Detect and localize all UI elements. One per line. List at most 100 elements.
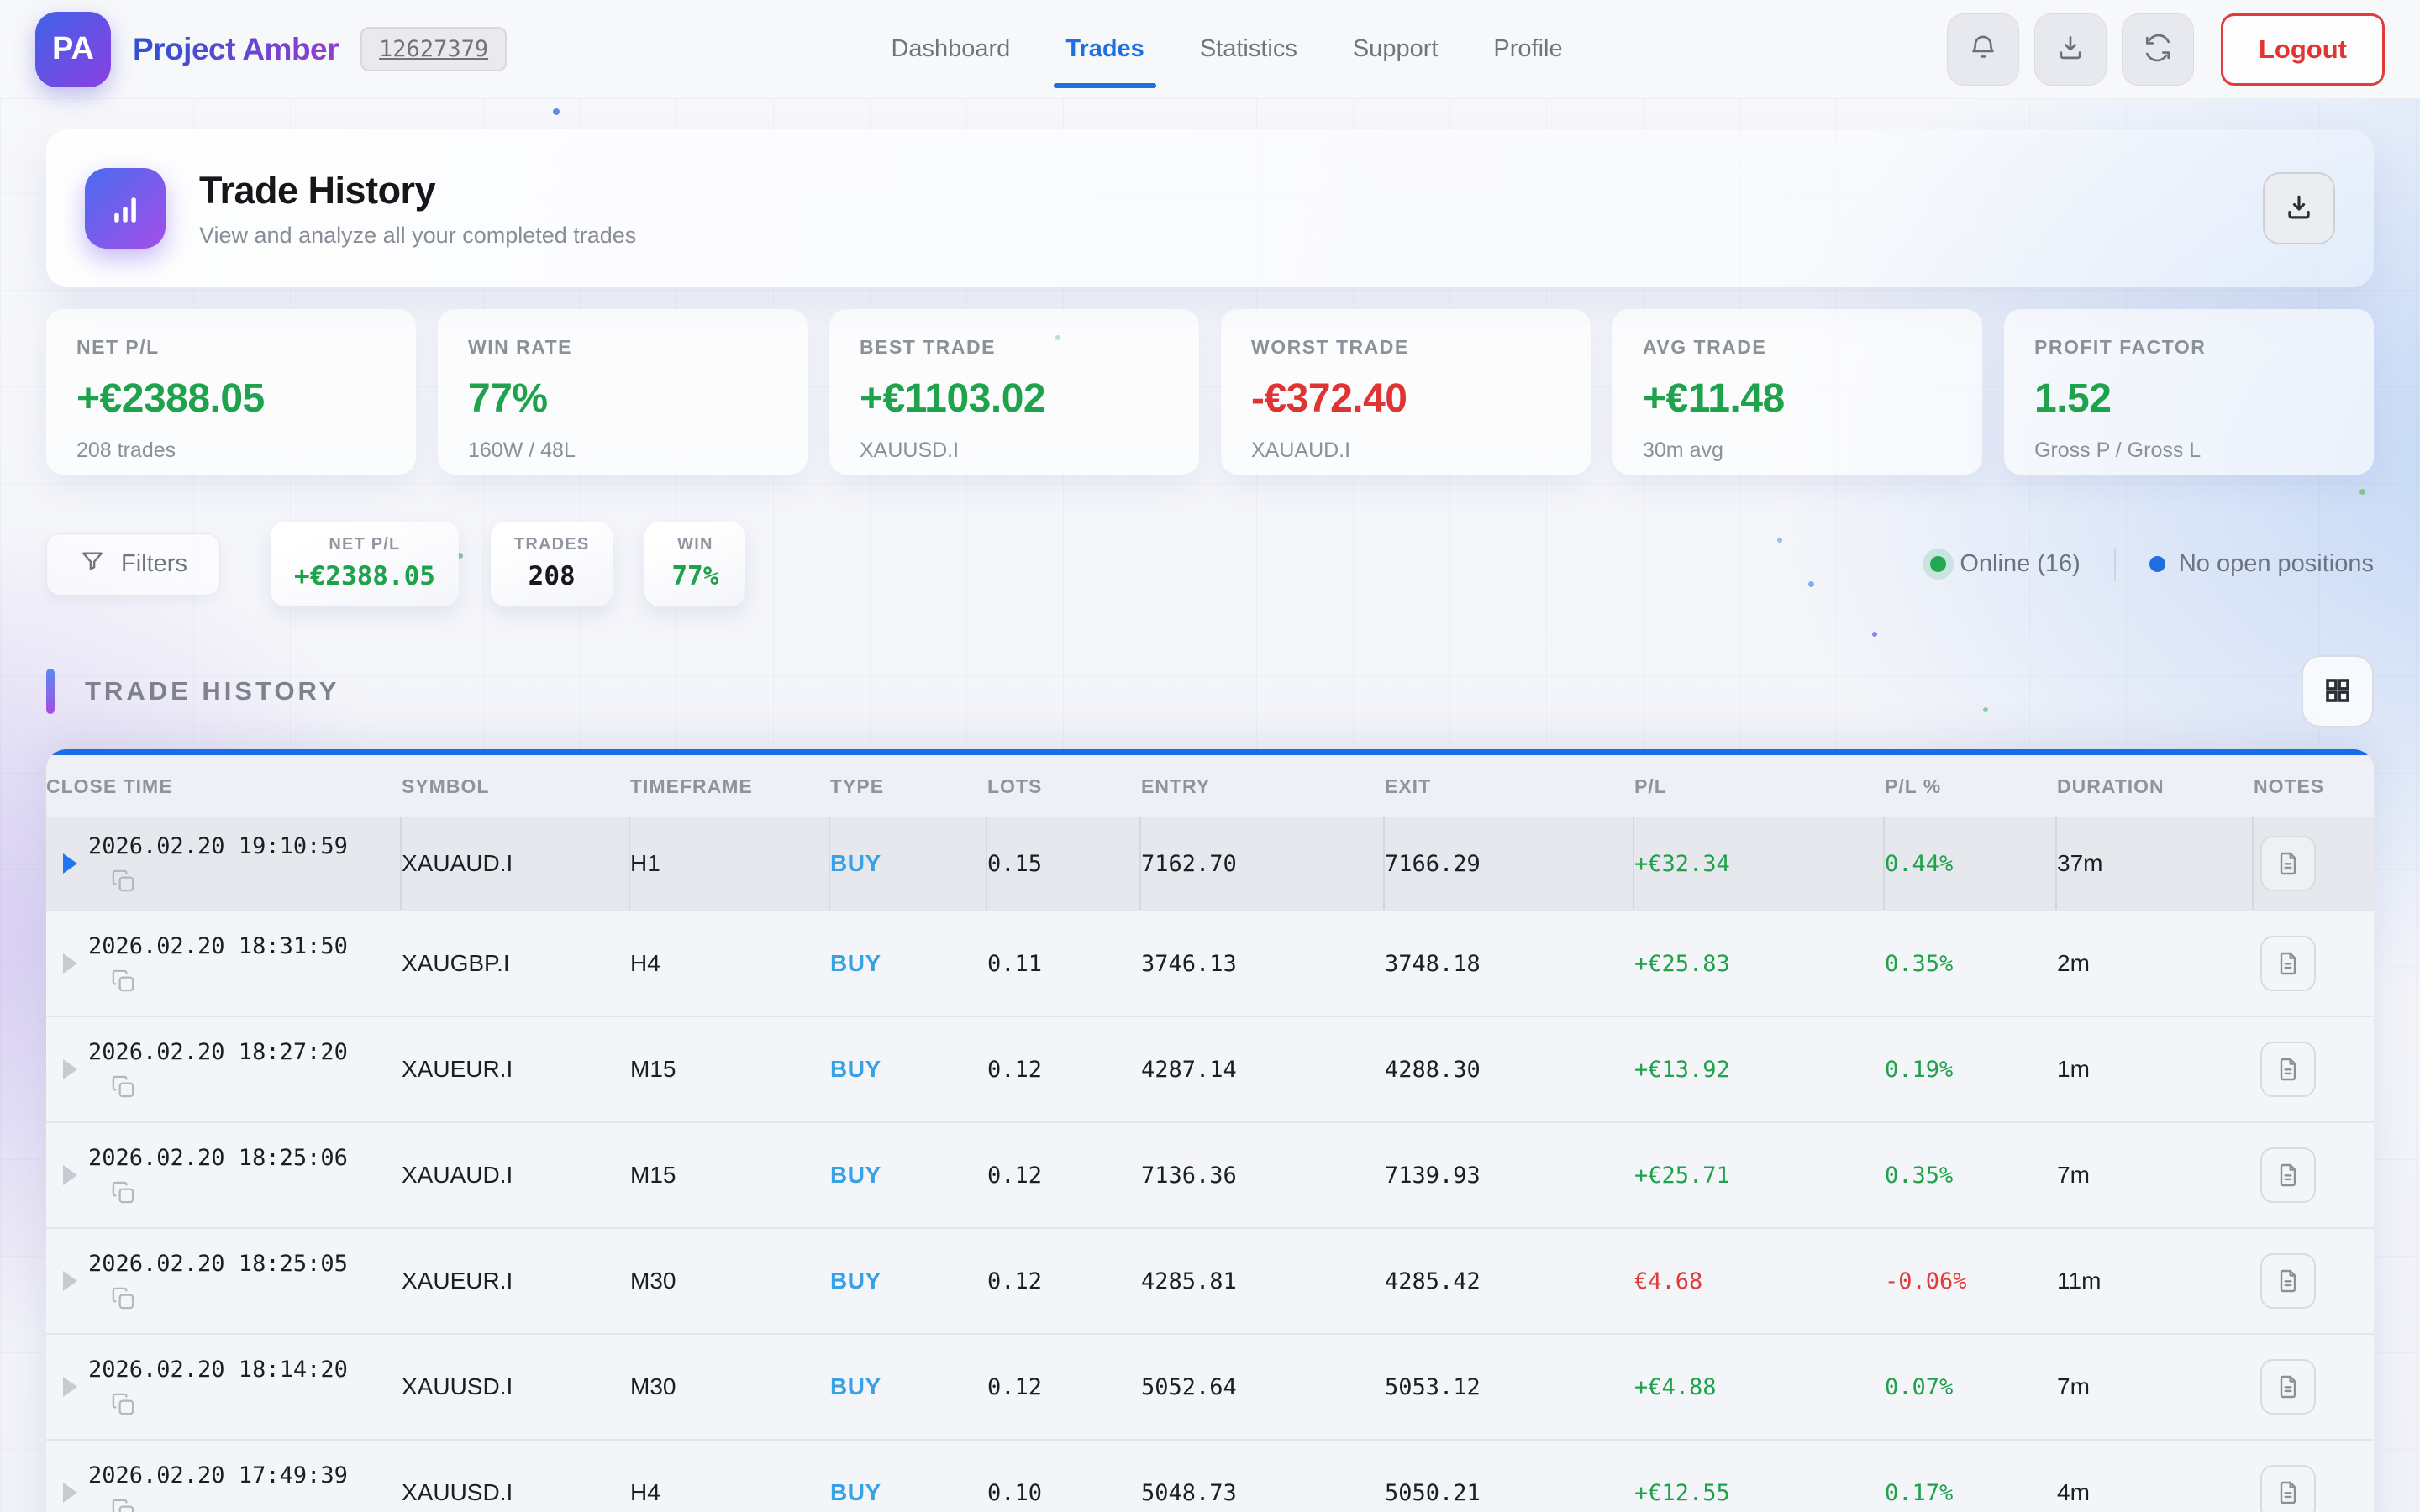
close-time-cell: 2026.02.20 19:10:59 (46, 817, 402, 910)
notes-icon[interactable] (2260, 1147, 2316, 1203)
nav-item-label: Trades (1065, 35, 1144, 62)
stat-card: WORST TRADE -€372.40 XAUAUD.I (1221, 309, 1591, 475)
column-header[interactable]: EXIT (1385, 775, 1634, 798)
account-id-badge[interactable]: 12627379 (360, 27, 507, 71)
table-row[interactable]: 2026.02.20 17:49:39 XAUUSD.I H4 BUY 0.10… (46, 1441, 2374, 1512)
timeframe-cell: H1 (630, 817, 830, 910)
close-time: 2026.02.20 18:31:50 (88, 933, 348, 959)
table-header-row: CLOSE TIME SYMBOL TIMEFRAME TYPE LOTS EN… (46, 755, 2374, 817)
notes-icon[interactable] (2260, 1359, 2316, 1415)
filter-row: Filters NET P/L +€2388.05 TRADES 208 WIN… (46, 522, 2374, 606)
copy-icon[interactable] (110, 1074, 136, 1100)
pill-label: NET P/L (294, 535, 435, 554)
expander-icon[interactable] (63, 953, 77, 974)
section-header: TRADE HISTORY (46, 655, 2374, 727)
page-subtitle: View and analyze all your completed trad… (199, 223, 636, 249)
column-header[interactable]: TIMEFRAME (630, 775, 830, 798)
notes-icon[interactable] (2260, 1042, 2316, 1097)
brand-group: PA Project Amber 12627379 (35, 12, 507, 87)
export-trades-button[interactable] (2263, 172, 2335, 244)
column-header[interactable]: SYMBOL (402, 775, 630, 798)
column-header[interactable]: NOTES (2254, 775, 2374, 798)
copy-icon[interactable] (110, 1497, 136, 1512)
stat-sub: 30m avg (1643, 438, 1952, 463)
column-header[interactable]: P/L (1634, 775, 1885, 798)
notifications-button[interactable] (1947, 13, 2019, 86)
stat-card: WIN RATE 77% 160W / 48L (438, 309, 808, 475)
close-time: 2026.02.20 18:27:20 (88, 1039, 348, 1065)
table-row[interactable]: 2026.02.20 18:25:06 XAUAUD.I M15 BUY 0.1… (46, 1123, 2374, 1229)
download-button[interactable] (2034, 13, 2107, 86)
type-cell: BUY (830, 1229, 987, 1333)
copy-icon[interactable] (110, 1391, 136, 1417)
exit-cell: 3748.18 (1385, 911, 1634, 1016)
refresh-button[interactable] (2122, 13, 2194, 86)
column-header[interactable]: P/L % (1885, 775, 2057, 798)
close-time-cell: 2026.02.20 18:31:50 (46, 911, 402, 1016)
exit-cell: 4288.30 (1385, 1017, 1634, 1121)
close-time-cell: 2026.02.20 18:14:20 (46, 1335, 402, 1439)
column-header[interactable]: ENTRY (1141, 775, 1385, 798)
timeframe-cell: H4 (630, 1441, 830, 1512)
column-header[interactable]: CLOSE TIME (46, 775, 402, 798)
filters-button[interactable]: Filters (46, 533, 220, 596)
notes-cell (2254, 817, 2374, 910)
logout-button[interactable]: Logout (2221, 13, 2385, 86)
expander-icon[interactable] (63, 1059, 77, 1079)
symbol-cell: XAUUSD.I (402, 1441, 630, 1512)
column-header[interactable]: LOTS (987, 775, 1141, 798)
pill-value: +€2388.05 (294, 561, 435, 591)
nav-item[interactable]: Statistics (1200, 35, 1297, 63)
notes-icon[interactable] (2260, 1465, 2316, 1512)
decor-dot (553, 108, 560, 115)
nav-item[interactable]: Support (1353, 35, 1439, 63)
nav-item[interactable]: Trades (1065, 35, 1144, 63)
bell-icon (1967, 32, 1999, 66)
nav-item-label: Dashboard (891, 35, 1010, 62)
close-time: 2026.02.20 18:25:06 (88, 1145, 348, 1171)
status-group: Online (16) No open positions (1930, 548, 2374, 581)
pl-pct-cell: 0.17% (1885, 1441, 2057, 1512)
exit-cell: 7166.29 (1385, 817, 1634, 910)
pl-cell: +€25.71 (1634, 1123, 1885, 1227)
stat-label: WORST TRADE (1251, 336, 1560, 359)
nav-item[interactable]: Dashboard (891, 35, 1010, 63)
expander-icon[interactable] (63, 1165, 77, 1185)
type-cell: BUY (830, 911, 987, 1016)
table-row[interactable]: 2026.02.20 18:14:20 XAUUSD.I M30 BUY 0.1… (46, 1335, 2374, 1441)
duration-cell: 2m (2057, 911, 2254, 1016)
notes-icon[interactable] (2260, 1253, 2316, 1309)
copy-icon[interactable] (110, 968, 136, 994)
table-row[interactable]: 2026.02.20 18:25:05 XAUEUR.I M30 BUY 0.1… (46, 1229, 2374, 1335)
copy-icon[interactable] (110, 1285, 136, 1311)
status-divider (2114, 548, 2116, 581)
column-header[interactable]: TYPE (830, 775, 987, 798)
notes-icon[interactable] (2260, 936, 2316, 991)
table-row[interactable]: 2026.02.20 19:10:59 XAUAUD.I H1 BUY 0.15… (46, 817, 2374, 911)
expander-icon[interactable] (63, 1377, 77, 1397)
type-cell: BUY (830, 1123, 987, 1227)
layout-toggle-button[interactable] (2302, 655, 2374, 727)
chart-icon (85, 168, 166, 249)
column-header[interactable]: DURATION (2057, 775, 2254, 798)
notes-icon[interactable] (2260, 836, 2316, 891)
copy-icon[interactable] (110, 868, 136, 894)
symbol-cell: XAUGBP.I (402, 911, 630, 1016)
symbol-cell: XAUUSD.I (402, 1335, 630, 1439)
symbol-cell: XAUAUD.I (402, 1123, 630, 1227)
table-row[interactable]: 2026.02.20 18:27:20 XAUEUR.I M15 BUY 0.1… (46, 1017, 2374, 1123)
expander-icon[interactable] (63, 1271, 77, 1291)
hero-text: Trade History View and analyze all your … (199, 169, 636, 249)
table-row[interactable]: 2026.02.20 18:31:50 XAUGBP.I H4 BUY 0.11… (46, 911, 2374, 1017)
expander-icon[interactable] (63, 853, 77, 874)
stat-sub: XAUUSD.I (860, 438, 1169, 463)
nav-item-label: Statistics (1200, 35, 1297, 62)
lots-cell: 0.15 (987, 817, 1141, 910)
copy-icon[interactable] (110, 1179, 136, 1205)
positions-dot (2149, 556, 2165, 572)
nav-item[interactable]: Profile (1493, 35, 1562, 63)
app-logo[interactable]: PA (35, 12, 111, 87)
expander-icon[interactable] (63, 1483, 77, 1503)
close-time: 2026.02.20 18:25:05 (88, 1251, 348, 1277)
pl-pct-cell: 0.35% (1885, 911, 2057, 1016)
